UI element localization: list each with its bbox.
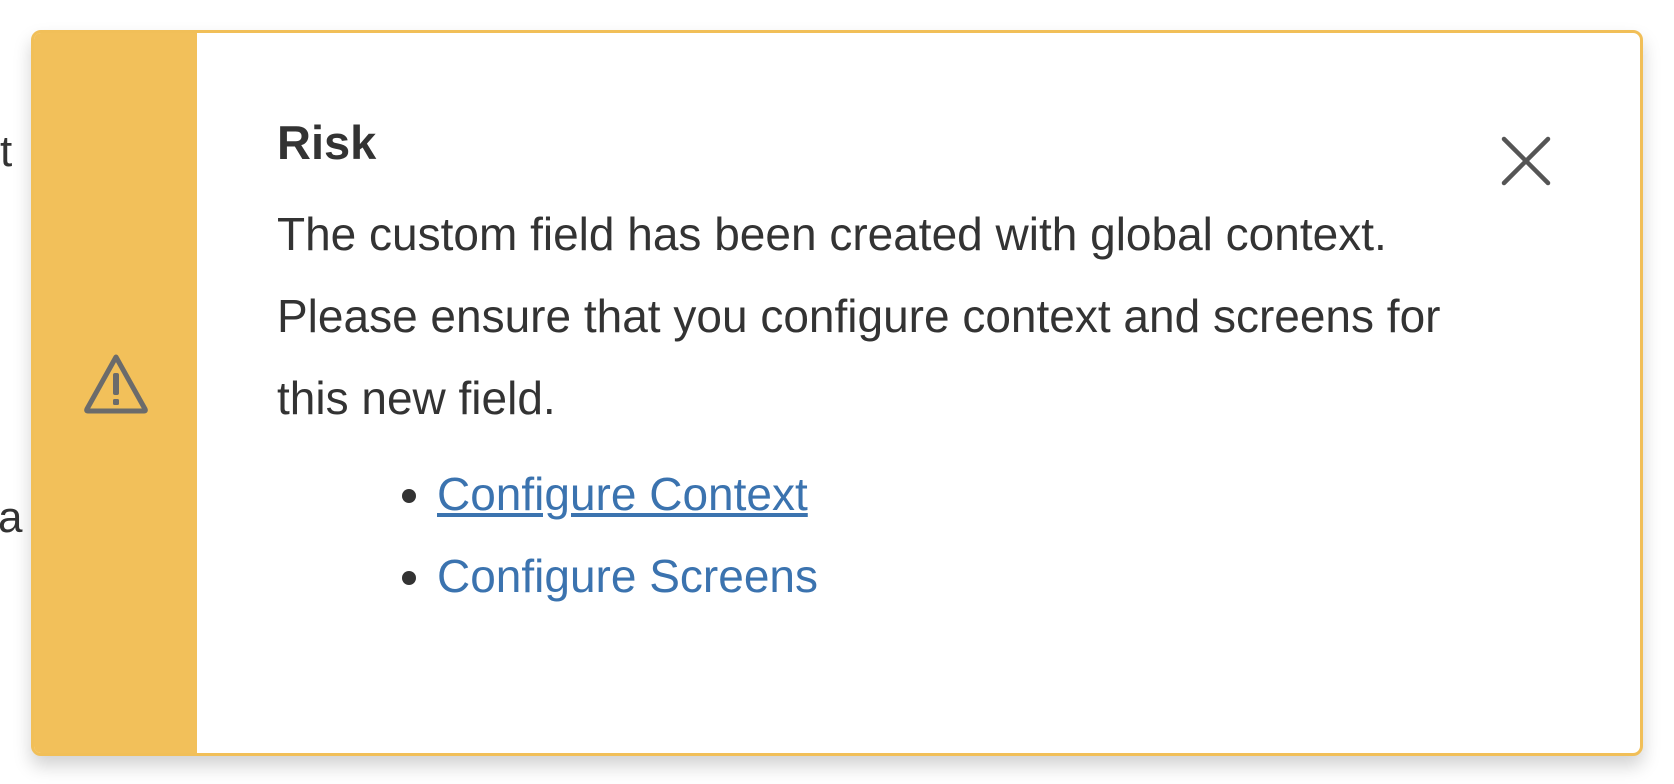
background-text-fragment: ılt	[0, 127, 13, 176]
configure-context-link[interactable]: Configure Context	[437, 468, 808, 520]
close-button[interactable]	[1498, 133, 1554, 189]
warning-flag: Risk The custom field has been created w…	[31, 30, 1643, 756]
list-item: Configure Screens	[437, 535, 1640, 617]
background-text-fragment: a	[0, 493, 23, 542]
flag-message: The custom field has been created with g…	[277, 208, 1441, 425]
flag-title: Risk	[277, 116, 377, 169]
list-item: Configure Context	[437, 453, 1640, 535]
flag-accent-gutter	[34, 33, 197, 753]
close-icon	[1501, 136, 1551, 186]
configure-screens-link[interactable]: Configure Screens	[437, 550, 818, 602]
flag-content: Risk The custom field has been created w…	[197, 33, 1640, 753]
warning-icon	[83, 354, 148, 414]
flag-action-list: Configure Context Configure Screens	[277, 453, 1640, 617]
